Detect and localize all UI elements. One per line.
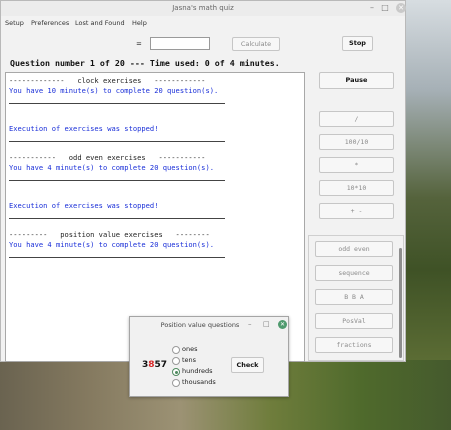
log-separator [9, 103, 225, 104]
log-odd-info: You have 4 minute(s) to complete 20 ques… [9, 163, 214, 172]
radio-circle[interactable] [172, 346, 180, 354]
background-mountain [405, 0, 451, 360]
equals-sign: = [136, 40, 142, 48]
bba-button[interactable]: B B A [315, 289, 393, 305]
status-line: Question number 1 of 20 --- Time used: 0… [10, 58, 280, 68]
posval-button[interactable]: PosVal [315, 313, 393, 329]
log-clock-info: You have 10 minute(s) to complete 20 que… [9, 86, 219, 95]
log-stopped-2: Execution of exercises was stopped! [9, 201, 159, 210]
log-pos-info: You have 4 minute(s) to complete 20 ques… [9, 240, 214, 249]
main-window: Jasna's math quiz – □ ✕ Setup Preference… [0, 0, 406, 362]
menu-preferences[interactable]: Preferences [31, 19, 69, 27]
log-separator [9, 257, 225, 258]
radio-label: tens [182, 356, 197, 364]
op-divide-ten-button[interactable]: 100/10 [319, 134, 394, 150]
log-clock-header: ------------- clock exercises ----------… [9, 76, 206, 85]
dialog-maximize-icon[interactable]: □ [263, 320, 270, 328]
log-separator [9, 141, 225, 142]
radio-label: hundreds [182, 367, 213, 375]
op-plus-minus-button[interactable]: + - [319, 203, 394, 219]
menu-bar: Setup Preferences Lost and Found Help [1, 17, 405, 30]
op-multiply-button[interactable]: * [319, 157, 394, 173]
check-button[interactable]: Check [231, 357, 264, 373]
log-pos-header: --------- position value exercises -----… [9, 230, 210, 239]
stop-button[interactable]: Stop [342, 36, 373, 51]
minimize-icon[interactable]: – [367, 3, 377, 13]
radio-circle[interactable] [172, 357, 180, 365]
position-value-dialog: Position value questions – □ ✕ 3857 ones… [129, 316, 289, 397]
close-icon[interactable]: ✕ [396, 3, 406, 13]
sequence-button[interactable]: sequence [315, 265, 393, 281]
log-separator [9, 218, 225, 219]
maximize-icon[interactable]: □ [380, 3, 390, 13]
odd-even-button[interactable]: odd even [315, 241, 393, 257]
op-multiply-ten-button[interactable]: 10*10 [319, 180, 394, 196]
menu-setup[interactable]: Setup [5, 19, 24, 27]
radio-label: ones [182, 345, 198, 353]
radio-thousands[interactable]: thousands [172, 378, 242, 387]
pause-button[interactable]: Pause [319, 72, 394, 89]
title-bar: Jasna's math quiz – □ ✕ [1, 1, 406, 16]
menu-lost-and-found[interactable]: Lost and Found [75, 19, 125, 27]
log-odd-header: ----------- odd even exercises ---------… [9, 153, 206, 162]
calculate-button[interactable]: Calculate [232, 37, 280, 51]
answer-input[interactable] [150, 37, 210, 50]
number-display: 3857 [142, 360, 167, 370]
radio-circle-selected[interactable] [172, 368, 180, 376]
op-divide-button[interactable]: / [319, 111, 394, 127]
menu-help[interactable]: Help [132, 19, 147, 27]
fractions-button[interactable]: fractions [315, 337, 393, 353]
scrollbar[interactable] [399, 248, 402, 358]
dialog-minimize-icon[interactable]: – [248, 320, 252, 328]
log-separator [9, 180, 225, 181]
window-title: Jasna's math quiz [172, 4, 234, 12]
digit: 7 [160, 360, 168, 370]
radio-circle[interactable] [172, 379, 180, 387]
log-stopped-1: Execution of exercises was stopped! [9, 124, 159, 133]
dialog-close-icon[interactable]: ✕ [278, 320, 287, 329]
radio-ones[interactable]: ones [172, 345, 242, 354]
radio-label: thousands [182, 378, 216, 386]
